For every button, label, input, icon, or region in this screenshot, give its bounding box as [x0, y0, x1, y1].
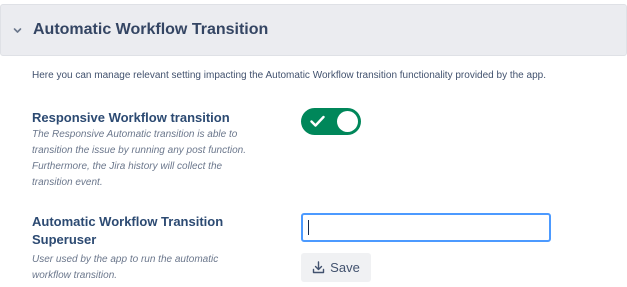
text-caret	[308, 220, 309, 235]
intro-text: Here you can manage relevant setting imp…	[32, 70, 546, 81]
description-line: transition event.	[32, 177, 103, 188]
title-line: Automatic Workflow Transition	[32, 214, 224, 229]
title-line: Superuser	[32, 232, 97, 247]
responsive-transition-toggle[interactable]	[301, 108, 361, 135]
description-line: workflow transition.	[32, 270, 118, 281]
superuser-input[interactable]	[301, 213, 551, 242]
description-line: User used by the app to run the automati…	[32, 254, 219, 265]
save-button[interactable]: Save	[301, 253, 371, 282]
description-line: transition the issue by running any post…	[32, 145, 247, 156]
setting-title-responsive-transition: Responsive Workflow transition	[32, 110, 230, 125]
section-header[interactable]: Automatic Workflow Transition	[0, 4, 627, 56]
setting-title-superuser: Automatic Workflow Transition Superuser	[32, 213, 223, 249]
section-title: Automatic Workflow Transition	[33, 21, 269, 38]
setting-description-responsive-transition: The Responsive Automatic transition is a…	[32, 127, 282, 191]
download-icon	[312, 261, 325, 274]
description-line: Furthermore, the Jira history will colle…	[32, 161, 223, 172]
setting-description-superuser: User used by the app to run the automati…	[32, 252, 282, 284]
check-icon	[310, 115, 325, 127]
toggle-knob	[337, 111, 358, 132]
chevron-down-icon[interactable]	[13, 26, 22, 35]
description-line: The Responsive Automatic transition is a…	[32, 129, 238, 140]
save-button-label: Save	[330, 260, 360, 275]
